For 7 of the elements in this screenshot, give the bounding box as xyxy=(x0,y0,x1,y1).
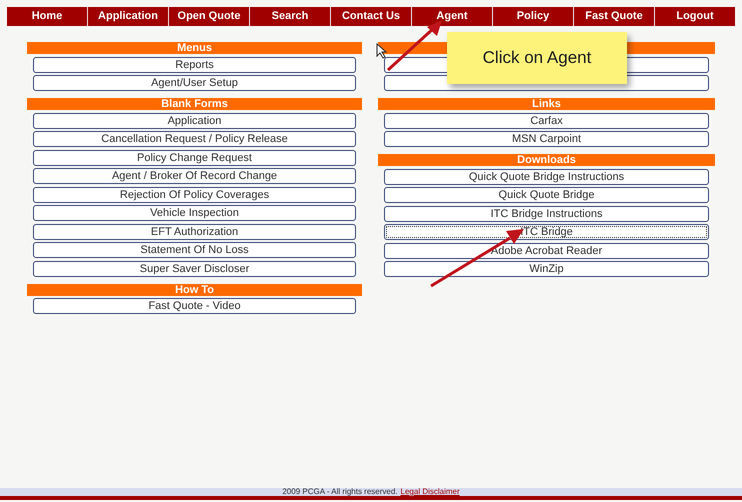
section-header: Downloads xyxy=(378,154,715,166)
section-header: Links xyxy=(378,98,715,110)
section-header: Menus xyxy=(27,42,362,54)
section-header: Blank Forms xyxy=(27,98,362,110)
copyright-text: 2009 PCGA - All rights reserved. xyxy=(282,488,398,496)
callout-tooltip: Click on Agent xyxy=(447,32,627,84)
section-header: How To xyxy=(27,284,362,296)
